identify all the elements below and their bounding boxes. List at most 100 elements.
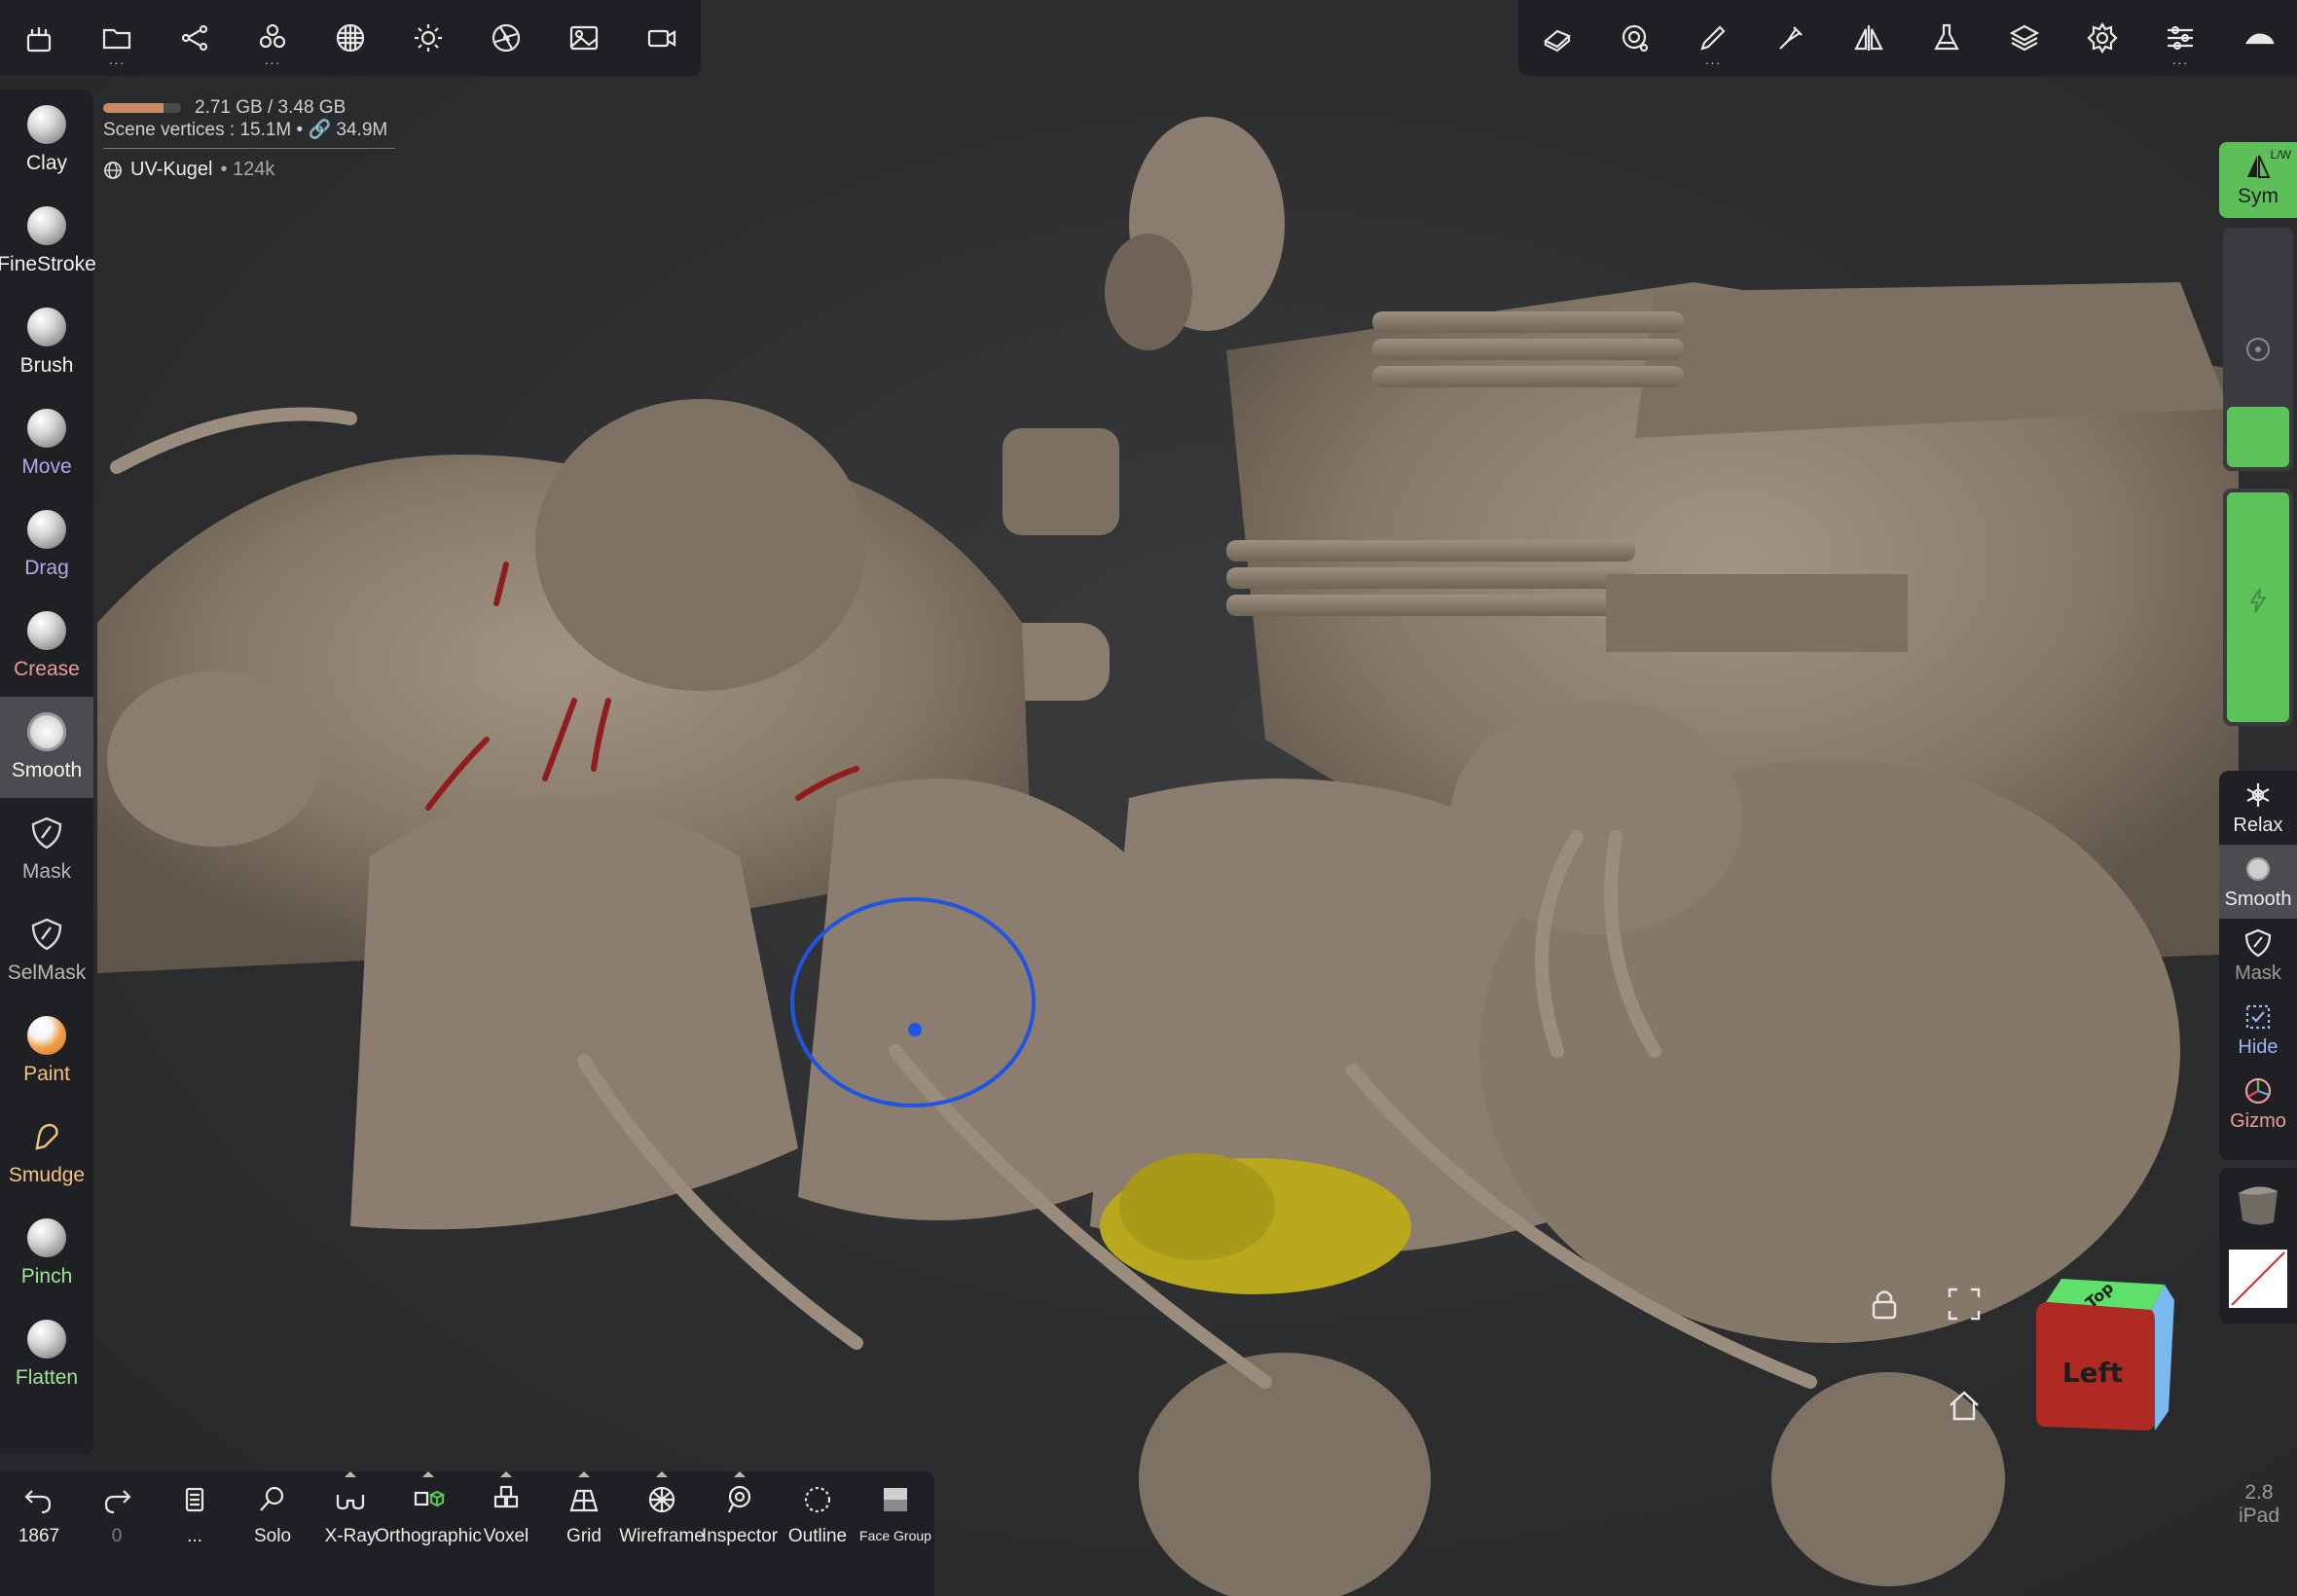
layers-button[interactable] xyxy=(1986,0,2063,76)
home-view-button[interactable] xyxy=(1945,1386,1984,1430)
bottom-toolbar: 1867 0... Solo X-Ray Orthographic Voxel Grid Wi… xyxy=(0,1471,934,1596)
paint-button[interactable] xyxy=(1752,0,1830,76)
face-group-button[interactable]: Face Group xyxy=(857,1471,934,1596)
quick-tool-mask[interactable]: Mask xyxy=(2219,919,2297,993)
symmetry-icon xyxy=(1854,25,1883,51)
tick-indicator xyxy=(656,1471,668,1477)
tool-flatten[interactable]: Flatten xyxy=(0,1304,93,1405)
tool-label: FineStroke xyxy=(0,253,96,275)
quick-tool-label: Hide xyxy=(2238,1035,2279,1058)
bottom-button-label: Solo xyxy=(253,1526,292,1546)
tool-label: Pinch xyxy=(20,1265,73,1288)
radius-slider[interactable] xyxy=(2223,228,2293,471)
camera-aperture-button[interactable] xyxy=(467,0,545,76)
quick-tool-label: Mask xyxy=(2235,961,2281,984)
bottom-button-label: Outline xyxy=(787,1526,848,1546)
tick-indicator xyxy=(500,1471,512,1477)
grid-button[interactable]: Grid xyxy=(545,1471,623,1596)
scene-button[interactable] xyxy=(0,0,78,76)
tick-indicator xyxy=(345,1471,356,1477)
hide-icon xyxy=(2245,1004,2271,1029)
lighting-icon xyxy=(415,24,442,52)
files-button[interactable]: ··· xyxy=(78,0,156,76)
settings-button[interactable] xyxy=(2063,0,2141,76)
tool-move[interactable]: Move xyxy=(0,393,93,494)
tick-indicator xyxy=(422,1471,434,1477)
stroke-button[interactable]: ··· xyxy=(1674,0,1752,76)
device-name: iPad xyxy=(2238,1505,2279,1527)
active-object[interactable]: UV-Kugel • 124k xyxy=(103,159,395,181)
frame-view-button[interactable] xyxy=(1945,1285,1984,1328)
sliders-button[interactable]: ··· xyxy=(2141,0,2219,76)
brush-settings-button[interactable] xyxy=(1596,0,1674,76)
frame-icon xyxy=(1948,1288,1981,1321)
more-options-indicator: ··· xyxy=(2171,54,2189,70)
menu-more-button[interactable] xyxy=(2219,0,2297,76)
orthographic-button[interactable]: Orthographic xyxy=(375,1471,482,1596)
view-cube[interactable]: Left Top xyxy=(2032,1275,2178,1431)
paint-icon xyxy=(1779,26,1803,50)
no-color-icon xyxy=(2229,1250,2287,1308)
quick-tool-relax[interactable]: Relax xyxy=(2219,771,2297,845)
wireframe-button[interactable]: Wireframe xyxy=(619,1471,705,1596)
tool-selmask[interactable]: SelMask xyxy=(0,899,93,1000)
quick-tools: Relax Smooth Mask Hide Gizmo xyxy=(2219,771,2297,1160)
inspector-button[interactable]: Inspector xyxy=(701,1471,779,1596)
material-preview[interactable] xyxy=(2219,1168,2297,1242)
tool-label: Crease xyxy=(14,658,80,680)
symmetry-toggle[interactable]: L/W Sym xyxy=(2219,142,2297,218)
viewport[interactable] xyxy=(0,0,2297,1596)
tool-smooth[interactable]: Smooth xyxy=(0,697,93,798)
topology-button[interactable]: ··· xyxy=(234,0,311,76)
sculpt-tool-bar: Clay FineStroke Brush Move Drag Crease Smooth M… xyxy=(0,90,96,1454)
bottom-button-label: X-Ray xyxy=(324,1526,377,1546)
undo-button[interactable]: 1867 xyxy=(0,1471,78,1596)
flask-button[interactable] xyxy=(1908,0,1986,76)
intensity-slider[interactable] xyxy=(2223,489,2293,726)
smudge-icon xyxy=(35,1123,58,1150)
sculpt-tool-button[interactable] xyxy=(1518,0,1596,76)
bottom-button-label: Orthographic xyxy=(375,1526,482,1546)
flatten-brush-icon xyxy=(27,1320,66,1359)
tool-pinch[interactable]: Pinch xyxy=(0,1203,93,1304)
material-sphere-button[interactable] xyxy=(311,0,389,76)
tool-smudge[interactable]: Smudge xyxy=(0,1102,93,1203)
tool-mask[interactable]: Mask xyxy=(0,798,93,899)
video-camera-button[interactable] xyxy=(623,0,701,76)
lighting-button[interactable] xyxy=(389,0,467,76)
scene-icon xyxy=(26,27,52,53)
home-icon xyxy=(1950,1391,1979,1421)
sculpt-model xyxy=(97,117,2239,1596)
tool-finestroke[interactable]: FineStroke xyxy=(0,191,96,292)
tool-paint[interactable]: Paint xyxy=(0,1000,93,1102)
drag-brush-icon xyxy=(27,510,66,549)
lock-camera-button[interactable] xyxy=(1865,1285,1904,1328)
color-swatch[interactable] xyxy=(2219,1242,2297,1316)
history-button[interactable]: ... xyxy=(156,1471,234,1596)
redo-button[interactable]: 0 xyxy=(78,1471,156,1596)
bottom-button-label: 0 xyxy=(111,1526,123,1546)
voxel-button[interactable]: Voxel xyxy=(467,1471,545,1596)
quick-tool-smooth[interactable]: Smooth xyxy=(2219,845,2297,919)
quick-tool-gizmo[interactable]: Gizmo xyxy=(2219,1067,2297,1141)
tool-label: Drag xyxy=(24,557,69,579)
bottom-button-label: Grid xyxy=(566,1526,602,1546)
tool-brush[interactable]: Brush xyxy=(0,292,93,393)
tool-drag[interactable]: Drag xyxy=(0,494,93,596)
quick-tool-label: Relax xyxy=(2233,814,2283,836)
background-image-button[interactable] xyxy=(545,0,623,76)
smooth-brush-icon xyxy=(27,712,66,751)
quick-tool-hide[interactable]: Hide xyxy=(2219,993,2297,1067)
quick-tool-label: Gizmo xyxy=(2230,1109,2286,1132)
video-camera-icon xyxy=(647,29,676,48)
tool-clay[interactable]: Clay xyxy=(0,90,93,191)
background-image-icon xyxy=(569,25,599,51)
finestroke-brush-icon xyxy=(27,206,66,245)
view-cube-front-label: Left xyxy=(2062,1357,2123,1389)
magnifier-button[interactable]: Solo xyxy=(234,1471,311,1596)
scene-tree-button[interactable] xyxy=(156,0,234,76)
outline-button[interactable]: Outline xyxy=(779,1471,857,1596)
symmetry-button[interactable] xyxy=(1830,0,1908,76)
relax-icon xyxy=(2246,782,2270,807)
tool-crease[interactable]: Crease xyxy=(0,596,93,697)
